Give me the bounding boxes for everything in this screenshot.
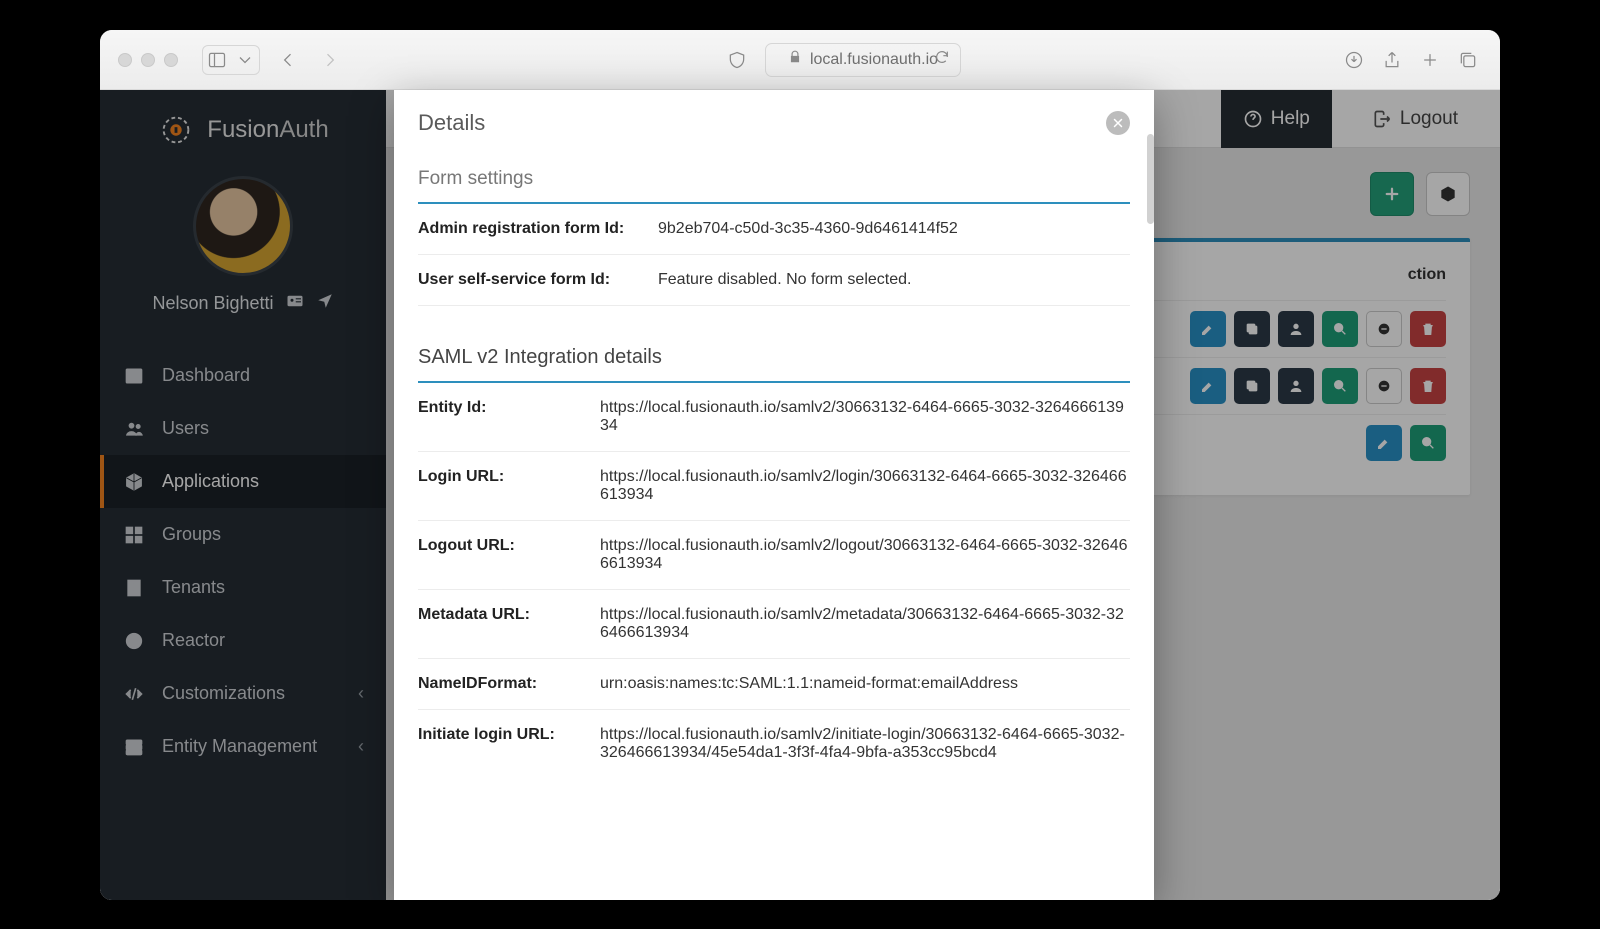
kv-row: Logout URL: https://local.fusionauth.io/… [418,521,1130,590]
mac-window: local.fusionauth.io [100,30,1500,900]
kv-key: Metadata URL: [418,606,580,642]
close-button[interactable] [1106,111,1130,135]
reload-icon[interactable] [934,49,950,70]
details-modal: Details Form settings Admin registration… [394,90,1154,900]
kv-key: NameIDFormat: [418,675,580,693]
sidebar-toggle-group[interactable] [202,45,260,75]
section-saml: SAML v2 Integration details [418,346,1130,383]
back-button[interactable] [274,46,302,74]
modal-header: Details [394,90,1154,150]
kv-value: https://local.fusionauth.io/samlv2/logou… [600,537,1130,573]
lock-icon [788,50,802,69]
chevron-down-icon[interactable] [231,46,259,74]
forward-button[interactable] [316,46,344,74]
browser-toolbar: local.fusionauth.io [100,30,1500,90]
kv-row: Login URL: https://local.fusionauth.io/s… [418,452,1130,521]
new-tab-icon[interactable] [1416,46,1444,74]
kv-key: Logout URL: [418,537,580,573]
kv-row: Admin registration form Id: 9b2eb704-c50… [418,204,1130,255]
url-text: local.fusionauth.io [810,51,938,69]
kv-value: https://local.fusionauth.io/samlv2/login… [600,468,1130,504]
window-close-dot[interactable] [118,53,132,67]
kv-value: https://local.fusionauth.io/samlv2/30663… [600,399,1130,435]
share-icon[interactable] [1378,46,1406,74]
downloads-icon[interactable] [1340,46,1368,74]
section-form-settings: Form settings [418,168,1130,204]
shield-icon[interactable] [723,46,751,74]
kv-value: Feature disabled. No form selected. [658,271,911,289]
kv-row: Metadata URL: https://local.fusionauth.i… [418,590,1130,659]
kv-value: https://local.fusionauth.io/samlv2/metad… [600,606,1130,642]
kv-row: NameIDFormat: urn:oasis:names:tc:SAML:1.… [418,659,1130,710]
kv-row: Initiate login URL: https://local.fusion… [418,710,1130,778]
kv-value: 9b2eb704-c50d-3c35-4360-9d6461414f52 [658,220,958,238]
window-traffic-lights[interactable] [118,53,178,67]
kv-key: Admin registration form Id: [418,220,638,238]
modal-body[interactable]: Form settings Admin registration form Id… [394,150,1154,900]
kv-row: Entity Id: https://local.fusionauth.io/s… [418,383,1130,452]
app-shell: FusionAuth Nelson Bighetti [100,90,1500,900]
kv-key: User self-service form Id: [418,271,638,289]
modal-title: Details [418,110,485,136]
kv-key: Initiate login URL: [418,726,580,762]
kv-key: Login URL: [418,468,580,504]
kv-value: https://local.fusionauth.io/samlv2/initi… [600,726,1130,762]
scrollbar-thumb[interactable] [1147,134,1154,224]
kv-key: Entity Id: [418,399,580,435]
window-zoom-dot[interactable] [164,53,178,67]
url-bar[interactable]: local.fusionauth.io [765,43,960,77]
kv-row: User self-service form Id: Feature disab… [418,255,1130,306]
window-minimize-dot[interactable] [141,53,155,67]
kv-value: urn:oasis:names:tc:SAML:1.1:nameid-forma… [600,675,1018,693]
tabs-icon[interactable] [1454,46,1482,74]
sidebar-toggle-icon[interactable] [203,46,231,74]
